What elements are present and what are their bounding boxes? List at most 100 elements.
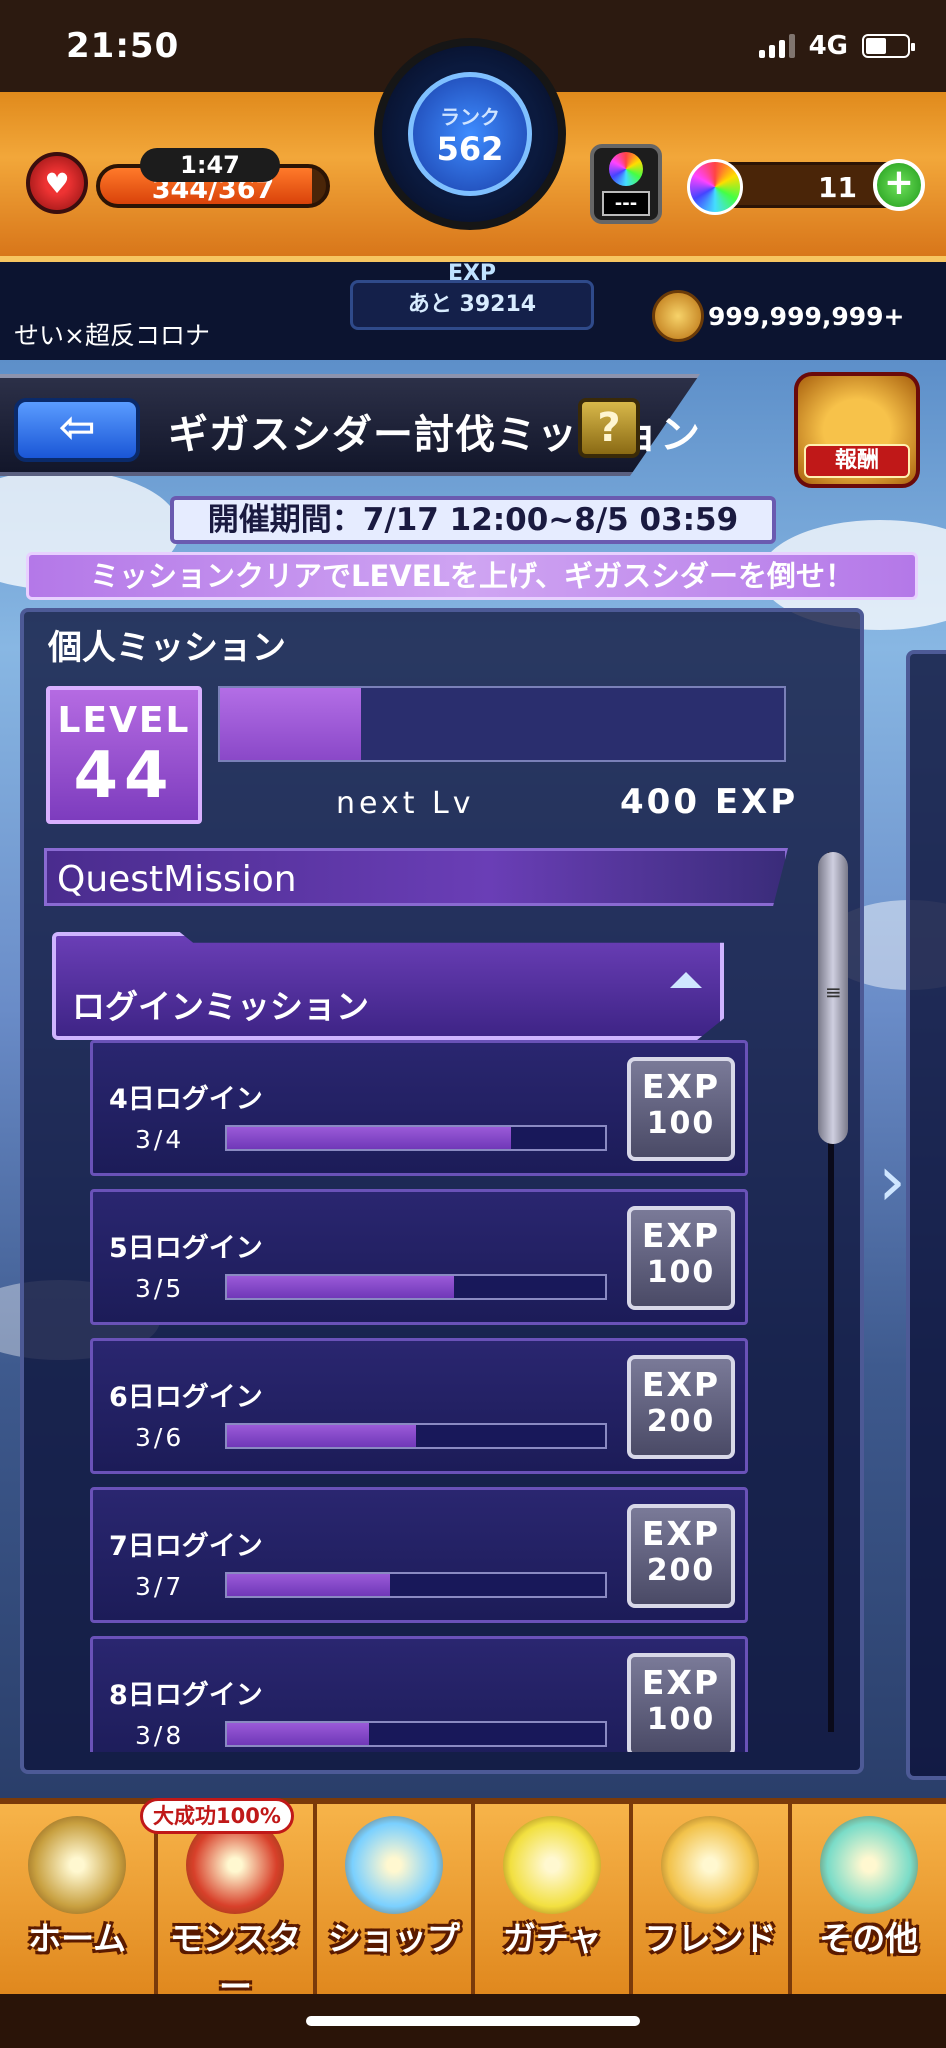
orb-counter: 11 + [687, 159, 925, 215]
reward-label: 報酬 [804, 444, 910, 478]
nav-item[interactable]: ガチャ [474, 1804, 634, 1994]
reward-label: EXP [641, 1067, 721, 1106]
reward-label: EXP [641, 1365, 721, 1404]
stamina-icon: ♥ [26, 152, 88, 214]
mission-card[interactable]: 7日ログイン 3/7 EXP 200 [90, 1487, 748, 1623]
mission-progress-bar [225, 1274, 607, 1300]
reward-value: 200 [646, 1404, 716, 1439]
rank-value: 562 [436, 129, 504, 168]
orb-slot[interactable]: --- [590, 144, 662, 224]
back-button[interactable]: ⇦ [14, 398, 140, 462]
gacha-egg-icon [503, 1816, 602, 1914]
level-badge: LEVEL 44 [46, 686, 202, 824]
level-label: LEVEL [57, 700, 191, 741]
mission-progress-bar [225, 1572, 607, 1598]
mission-progress-fill [227, 1276, 454, 1298]
rainbow-orb-icon [344, 1816, 443, 1914]
reward-label: EXP [641, 1216, 721, 1255]
mission-name: 7日ログイン [109, 1531, 263, 1562]
reward-label: EXP [641, 1663, 721, 1702]
mission-list[interactable]: 4日ログイン 3/4 EXP 100 5日ログイン 3/5 EXP 100 6日… [20, 930, 840, 1752]
username: せい×超反コロナ [14, 321, 210, 350]
quest-mission-header: QuestMission [44, 848, 788, 906]
nav-label: ホーム [28, 1919, 127, 1958]
reward-value: 200 [646, 1553, 716, 1588]
other-menu-icon [819, 1816, 918, 1914]
next-level-exp: 400 EXP [620, 782, 798, 822]
level-value: 44 [73, 739, 175, 813]
status-icons: 4G [758, 31, 915, 61]
nav-label: ガチャ [502, 1919, 602, 1958]
mission-progress-fill [227, 1127, 511, 1149]
signal-icon [758, 34, 795, 58]
mission-progress-text: 3/7 [135, 1572, 185, 1601]
mission-progress-fill [227, 1723, 369, 1745]
exp-reward-badge[interactable]: EXP 100 [627, 1653, 735, 1752]
quest-header-label: QuestMission [57, 859, 297, 900]
battery-icon [862, 34, 915, 58]
reward-label: EXP [641, 1514, 721, 1553]
mission-progress-text: 3/8 [135, 1721, 185, 1750]
mission-name: 4日ログイン [109, 1084, 263, 1115]
event-banner: ミッションクリアでLEVELを上げ、ギガスシダーを倒せ！ [26, 552, 918, 600]
bottom-nav: ホーム モンスター ショップ ガチャ フレンド その他 [0, 1798, 946, 2006]
mission-progress-bar [225, 1721, 607, 1747]
mission-progress-fill [227, 1425, 416, 1447]
reward-value: 100 [646, 1702, 716, 1737]
side-panel[interactable] [906, 650, 946, 1780]
section-title: 個人ミッション [48, 628, 286, 668]
mission-name: 6日ログイン [109, 1382, 263, 1413]
mission-progress-bar [225, 1423, 607, 1449]
scrollbar-thumb[interactable]: ≡ [818, 852, 848, 1144]
mission-card[interactable]: 5日ログイン 3/5 EXP 100 [90, 1189, 748, 1325]
mission-card[interactable]: 4日ログイン 3/4 EXP 100 [90, 1040, 748, 1176]
nav-label: ショップ [327, 1919, 460, 1958]
nav-item[interactable]: ショップ [316, 1804, 475, 1994]
status-time: 21:50 [66, 26, 180, 66]
success-badge: 大成功100% [140, 1798, 294, 1834]
rank-inner: ランク 562 [408, 72, 532, 196]
reward-value: 100 [646, 1255, 716, 1290]
orb-icon [609, 152, 643, 186]
mission-progress-text: 3/4 [135, 1125, 185, 1154]
stamina-timer: 1:47 [140, 148, 280, 182]
exp-remaining: あと 39214 [407, 292, 537, 317]
next-exp-value: 400 [620, 782, 700, 822]
nav-item[interactable]: その他 [791, 1804, 946, 1994]
mission-progress-text: 3/6 [135, 1423, 185, 1452]
friend-balloon-icon [661, 1816, 760, 1914]
coin-icon [652, 290, 704, 342]
home-indicator [306, 2016, 640, 2026]
mission-name: 8日ログイン [109, 1680, 263, 1711]
add-orb-button[interactable]: + [873, 159, 925, 211]
exp-label: EXP [447, 261, 497, 286]
next-level-label: next Lv [336, 786, 475, 821]
nav-label: フレンド [644, 1919, 777, 1958]
mission-card[interactable]: 6日ログイン 3/6 EXP 200 [90, 1338, 748, 1474]
mission-progress-text: 3/5 [135, 1274, 185, 1303]
event-period: 開催期間：7/17 12:00~8/5 03:59 [170, 496, 776, 544]
exp-reward-badge[interactable]: EXP 100 [627, 1057, 735, 1161]
exp-box: EXP あと 39214 [350, 261, 594, 330]
coin-count: 999,999,999+ [708, 302, 905, 331]
nav-item[interactable]: ホーム [0, 1804, 159, 1994]
reward-button[interactable]: 報酬 [794, 372, 920, 488]
orb-slot-value: --- [602, 191, 650, 216]
exp-reward-badge[interactable]: EXP 200 [627, 1504, 735, 1608]
next-exp-unit: EXP [714, 782, 799, 822]
reward-value: 100 [646, 1106, 716, 1141]
mission-progress-bar [225, 1125, 607, 1151]
exp-reward-badge[interactable]: EXP 100 [627, 1206, 735, 1310]
nav-item[interactable]: フレンド [633, 1804, 792, 1994]
level-progress-bar [218, 686, 786, 762]
mission-card[interactable]: 8日ログイン 3/8 EXP 100 [90, 1636, 748, 1752]
home-gate-icon [28, 1816, 127, 1914]
help-button[interactable]: ? [578, 398, 640, 458]
nav-label: その他 [819, 1919, 919, 1958]
rainbow-orb-icon [687, 159, 743, 215]
rank-label: ランク [440, 104, 500, 129]
next-page-arrow-icon[interactable]: › [878, 1140, 906, 1222]
exp-reward-badge[interactable]: EXP 200 [627, 1355, 735, 1459]
rank-circle[interactable]: ランク 562 [374, 38, 566, 230]
mission-name: 5日ログイン [109, 1233, 263, 1264]
